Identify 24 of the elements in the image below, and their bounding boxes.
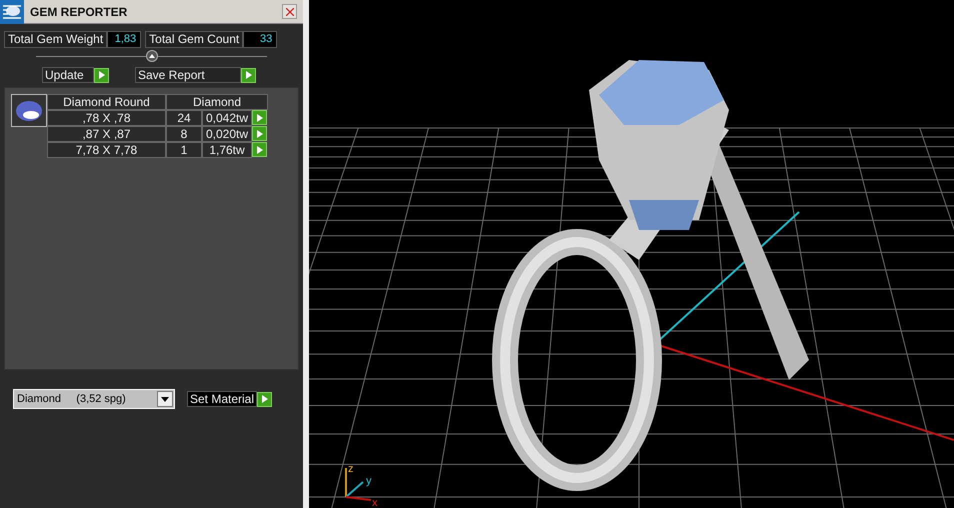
dropdown-value: Diamond (3,52 spg)	[16, 392, 127, 407]
table-cell: ,78 X ,78	[47, 110, 166, 126]
table-cell: 7,78 X 7,78	[47, 142, 166, 158]
stat-label: Total Gem Count	[145, 31, 244, 48]
column-header: Diamond	[166, 94, 268, 110]
action-button[interactable]: Update	[42, 67, 94, 83]
window-title: GEM REPORTER	[30, 4, 128, 20]
y-axis-label: y	[366, 475, 372, 487]
table-cell: 24	[166, 110, 202, 126]
table-cell: 1	[166, 142, 202, 158]
table-cell: 8	[166, 126, 202, 142]
table-cell: 0,042tw	[202, 110, 252, 126]
stat-value: 33	[243, 31, 278, 48]
table-cell: 1,76tw	[202, 142, 252, 158]
action-button[interactable]: Save Report	[135, 67, 241, 83]
table-cell: ,87 X ,87	[47, 126, 166, 142]
stat-value: 1,83	[107, 31, 142, 48]
z-axis-label: z	[348, 463, 354, 475]
x-axis-label: x	[372, 497, 378, 508]
table-cell: 0,020tw	[202, 126, 252, 142]
set-material-button[interactable]: Set Material	[187, 391, 258, 407]
material-dropdown[interactable]: Diamond (3,52 spg)	[13, 389, 175, 409]
stat-label: Total Gem Weight	[4, 31, 108, 48]
column-header: Diamond Round	[47, 94, 166, 110]
